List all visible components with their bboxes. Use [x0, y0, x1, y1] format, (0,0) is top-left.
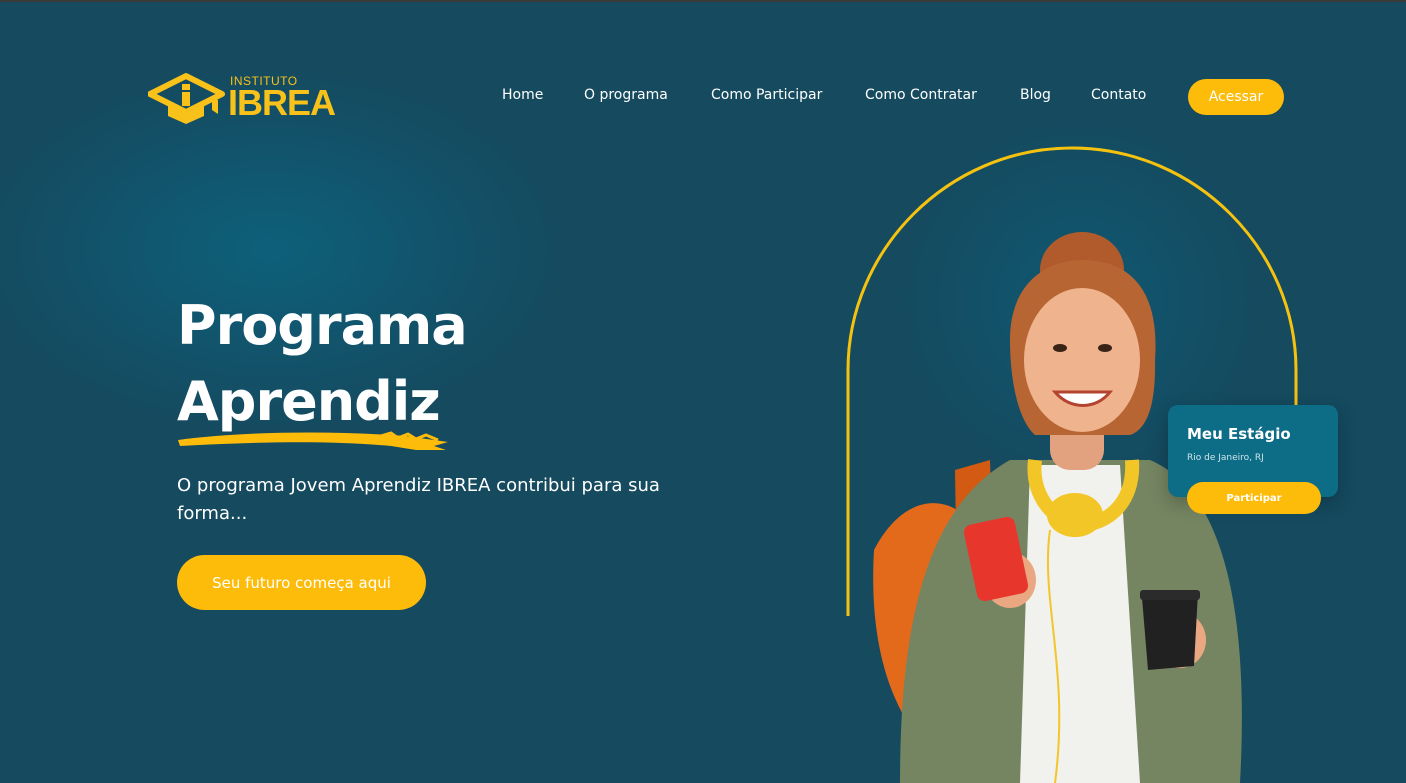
graduation-cap-icon: [147, 73, 225, 124]
participate-button[interactable]: Participar: [1187, 482, 1321, 514]
hero-title-line1: Programa: [177, 294, 468, 357]
logo[interactable]: INSTITUTO IBREA: [147, 70, 348, 126]
nav-home[interactable]: Home: [502, 87, 543, 103]
nav-como-contratar[interactable]: Como Contratar: [865, 87, 977, 103]
hero-title: Programa Aprendiz: [177, 288, 468, 440]
brush-underline: [178, 431, 448, 450]
cta-button[interactable]: Seu futuro começa aqui: [177, 555, 426, 610]
nav-como-participar[interactable]: Como Participar: [711, 87, 822, 103]
logo-title: IBREA: [228, 82, 336, 123]
nav-contato[interactable]: Contato: [1091, 87, 1146, 103]
nav-blog[interactable]: Blog: [1020, 87, 1051, 103]
hero-description: O programa Jovem Aprendiz IBREA contribu…: [177, 475, 660, 524]
card-title: Meu Estágio: [1187, 425, 1291, 443]
nav-o-programa[interactable]: O programa: [584, 87, 668, 103]
access-button[interactable]: Acessar: [1188, 79, 1284, 115]
card-location: Rio de Janeiro, RJ: [1187, 453, 1264, 463]
